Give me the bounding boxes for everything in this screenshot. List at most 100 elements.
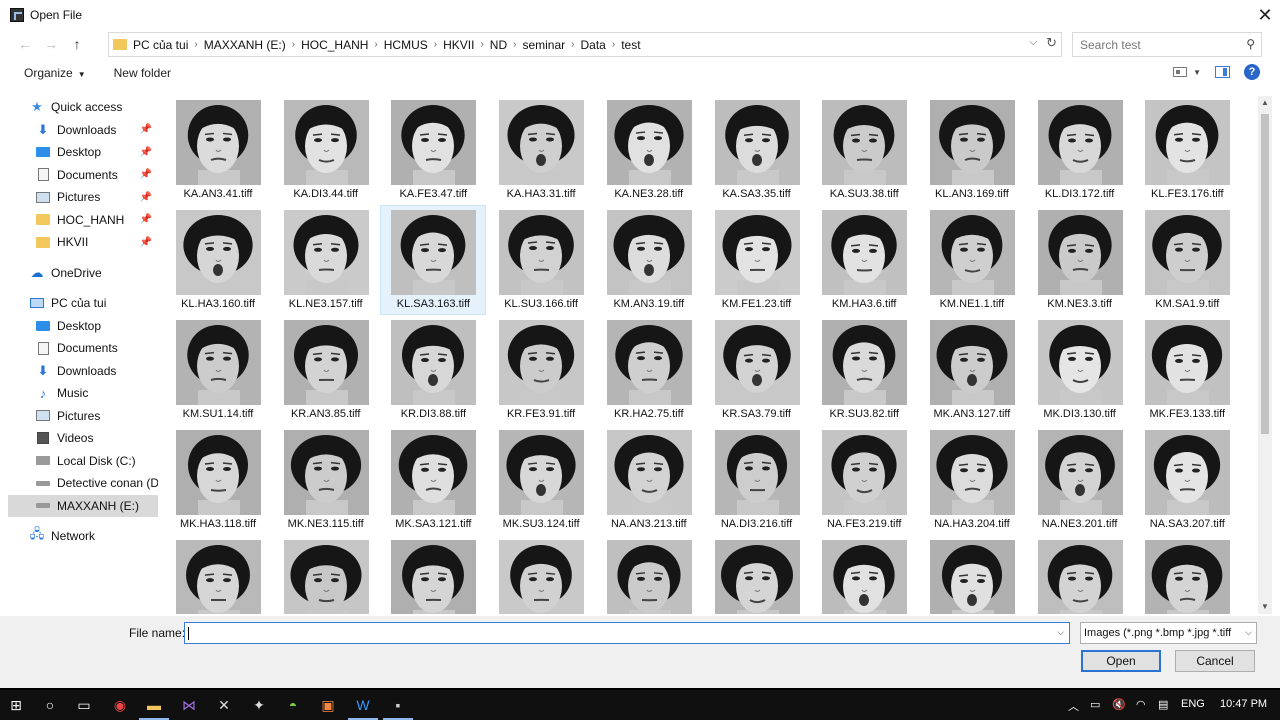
- nav-quick-access[interactable]: ★ Quick access: [8, 96, 158, 119]
- pdf-icon[interactable]: ▣: [318, 695, 338, 715]
- breadcrumb-separator-icon[interactable]: ›: [513, 39, 516, 50]
- chevron-down-icon[interactable]: ⌵: [1029, 37, 1037, 48]
- pin-icon[interactable]: 📌: [140, 237, 152, 248]
- nav-qa-desktop[interactable]: Desktop 📌: [8, 141, 158, 164]
- file-thumbnail[interactable]: KL.HA3.160.tiff: [166, 206, 270, 314]
- file-thumbnail[interactable]: KM.AN3.19.tiff: [597, 206, 701, 314]
- pin-icon[interactable]: 📌: [140, 147, 152, 158]
- breadcrumb-item[interactable]: Data: [581, 38, 606, 52]
- file-thumbnail[interactable]: [812, 536, 916, 614]
- pin-icon[interactable]: 📌: [140, 169, 152, 180]
- file-thumbnail[interactable]: KL.DI3.172.tiff: [1028, 96, 1132, 204]
- breadcrumb-item[interactable]: PC của tui: [133, 38, 188, 52]
- breadcrumb-item[interactable]: HKVII: [443, 38, 474, 52]
- file-thumbnail[interactable]: KL.SU3.166.tiff: [489, 206, 593, 314]
- file-thumbnail[interactable]: [489, 536, 593, 614]
- breadcrumb-separator-icon[interactable]: ›: [571, 39, 574, 50]
- cancel-button[interactable]: Cancel: [1175, 650, 1255, 672]
- visual-studio-icon[interactable]: ⋈: [179, 695, 199, 715]
- chevron-down-icon[interactable]: ⌵: [1057, 627, 1064, 638]
- file-thumbnail[interactable]: KL.AN3.169.tiff: [920, 96, 1024, 204]
- help-icon[interactable]: ?: [1244, 64, 1260, 80]
- file-thumbnail[interactable]: KL.NE3.157.tiff: [274, 206, 378, 314]
- nav-pc-drive-d[interactable]: Detective conan (D:: [8, 472, 158, 495]
- breadcrumb-item[interactable]: test: [621, 38, 640, 52]
- file-thumbnail[interactable]: [597, 536, 701, 614]
- breadcrumb-separator-icon[interactable]: ›: [434, 39, 437, 50]
- scrollbar-thumb[interactable]: [1261, 114, 1269, 434]
- breadcrumb-item[interactable]: MAXXANH (E:): [204, 38, 286, 52]
- vertical-scrollbar[interactable]: ▲ ▼: [1258, 96, 1272, 614]
- file-thumbnail[interactable]: NA.AN3.213.tiff: [597, 426, 701, 534]
- file-thumbnail[interactable]: KM.HA3.6.tiff: [812, 206, 916, 314]
- file-thumbnail[interactable]: NA.NE3.201.tiff: [1028, 426, 1132, 534]
- nav-pc-documents[interactable]: Documents: [8, 337, 158, 360]
- task-view-icon[interactable]: ▭: [74, 695, 94, 715]
- scroll-down-icon[interactable]: ▼: [1258, 600, 1272, 614]
- nav-qa-hoc-hanh[interactable]: HOC_HANH 📌: [8, 209, 158, 232]
- file-thumbnail[interactable]: [381, 536, 485, 614]
- file-thumbnail[interactable]: MK.SU3.124.tiff: [489, 426, 593, 534]
- tools-icon[interactable]: ✕: [214, 695, 234, 715]
- file-type-select[interactable]: Images (*.png *.bmp *.jpg *.tiff ⌵: [1080, 622, 1257, 644]
- nav-network[interactable]: 🖧 Network: [8, 525, 158, 548]
- close-icon[interactable]: ✕: [1250, 0, 1280, 30]
- forward-arrow-icon[interactable]: →: [38, 32, 64, 56]
- file-thumbnail[interactable]: KA.SU3.38.tiff: [812, 96, 916, 204]
- file-thumbnail[interactable]: MK.SA3.121.tiff: [381, 426, 485, 534]
- language-indicator[interactable]: ENG: [1181, 698, 1205, 710]
- file-thumbnail[interactable]: KR.AN3.85.tiff: [274, 316, 378, 424]
- file-thumbnail[interactable]: KM.SU1.14.tiff: [166, 316, 270, 424]
- preview-pane-icon[interactable]: [1215, 66, 1230, 78]
- app-window-icon[interactable]: ▪: [383, 695, 413, 720]
- search-circle-icon[interactable]: ○: [40, 695, 60, 715]
- file-thumbnail[interactable]: MK.DI3.130.tiff: [1028, 316, 1132, 424]
- notes-icon[interactable]: ▤: [1158, 698, 1168, 711]
- breadcrumb-item[interactable]: HCMUS: [384, 38, 428, 52]
- search-input[interactable]: Search test ⚲: [1072, 32, 1262, 57]
- file-thumbnail[interactable]: [166, 536, 270, 614]
- nav-this-pc[interactable]: PC của tui: [8, 292, 158, 315]
- file-thumbnail[interactable]: KA.DI3.44.tiff: [274, 96, 378, 204]
- file-thumbnail[interactable]: MK.AN3.127.tiff: [920, 316, 1024, 424]
- android-icon[interactable]: ◓: [283, 695, 303, 715]
- file-thumbnail[interactable]: KR.DI3.88.tiff: [381, 316, 485, 424]
- scroll-up-icon[interactable]: ▲: [1258, 96, 1272, 110]
- file-thumbnail[interactable]: KR.FE3.91.tiff: [489, 316, 593, 424]
- windows-start-icon[interactable]: ⊞: [6, 695, 26, 715]
- breadcrumb-separator-icon[interactable]: ›: [194, 39, 197, 50]
- clock[interactable]: 10:47 PM: [1220, 698, 1267, 710]
- file-thumbnail[interactable]: KR.SU3.82.tiff: [812, 316, 916, 424]
- breadcrumb-separator-icon[interactable]: ›: [480, 39, 483, 50]
- app-icon[interactable]: ✦: [249, 695, 269, 715]
- pin-icon[interactable]: 📌: [140, 124, 152, 135]
- file-thumbnail[interactable]: NA.HA3.204.tiff: [920, 426, 1024, 534]
- nav-pc-desktop[interactable]: Desktop: [8, 315, 158, 338]
- file-thumbnail[interactable]: KM.NE1.1.tiff: [920, 206, 1024, 314]
- file-thumbnail[interactable]: [920, 536, 1024, 614]
- battery-icon[interactable]: ▭: [1090, 698, 1100, 711]
- file-thumbnail[interactable]: KA.FE3.47.tiff: [381, 96, 485, 204]
- file-thumbnail[interactable]: KL.SA3.163.tiff: [380, 205, 487, 315]
- nav-pc-music[interactable]: ♪ Music: [8, 382, 158, 405]
- file-thumbnail[interactable]: KA.AN3.41.tiff: [166, 96, 270, 204]
- file-thumbnail[interactable]: KM.SA1.9.tiff: [1135, 206, 1239, 314]
- back-arrow-icon[interactable]: ←: [12, 32, 38, 56]
- breadcrumb-separator-icon[interactable]: ›: [612, 39, 615, 50]
- file-thumbnail[interactable]: KL.FE3.176.tiff: [1135, 96, 1239, 204]
- breadcrumb-item[interactable]: HOC_HANH: [301, 38, 368, 52]
- word-icon[interactable]: W: [348, 695, 378, 720]
- nav-qa-documents[interactable]: Documents 📌: [8, 164, 158, 187]
- file-name-input[interactable]: ⌵: [184, 622, 1070, 644]
- file-thumbnail[interactable]: [1028, 536, 1132, 614]
- file-thumbnail[interactable]: NA.SA3.207.tiff: [1135, 426, 1239, 534]
- file-thumbnail[interactable]: [274, 536, 378, 614]
- file-explorer-icon[interactable]: ▬: [139, 695, 169, 720]
- nav-pc-downloads[interactable]: ⬇ Downloads: [8, 360, 158, 383]
- file-thumbnail[interactable]: KA.NE3.28.tiff: [597, 96, 701, 204]
- organize-button[interactable]: Organize ▼: [24, 66, 86, 80]
- file-thumbnail[interactable]: MK.NE3.115.tiff: [274, 426, 378, 534]
- volume-mute-icon[interactable]: 🔇: [1112, 698, 1126, 711]
- wifi-icon[interactable]: ◠: [1136, 698, 1146, 711]
- open-button[interactable]: Open: [1081, 650, 1161, 672]
